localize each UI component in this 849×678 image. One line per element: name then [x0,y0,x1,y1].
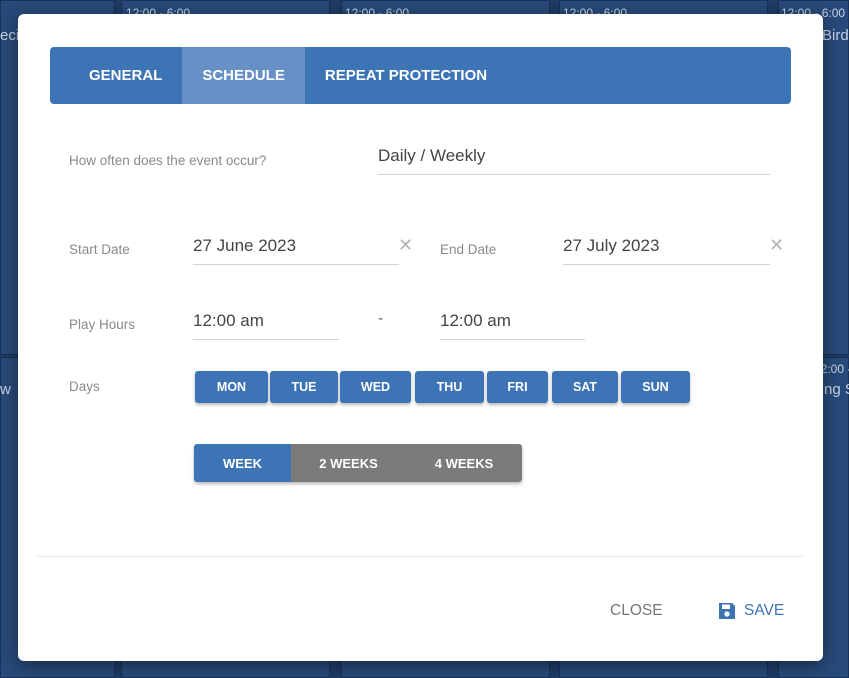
end-date-label: End Date [440,242,497,257]
clear-end-date-icon[interactable]: ✕ [769,235,784,256]
days-label: Days [69,379,100,394]
repeat-4-weeks-button[interactable]: 4 WEEKS [406,444,522,482]
footer-divider [38,556,803,557]
calendar-event-title: Bird [822,27,849,44]
clear-start-date-icon[interactable]: ✕ [398,235,413,256]
tab-repeat-protection[interactable]: REPEAT PROTECTION [305,47,507,104]
day-sun-button[interactable]: SUN [621,371,690,403]
save-button-label: SAVE [744,602,785,619]
tab-bar: GENERAL SCHEDULE REPEAT PROTECTION [50,47,791,104]
day-mon-button[interactable]: MON [195,371,268,403]
repeat-interval-toggle: WEEK 2 WEEKS 4 WEEKS [194,444,522,482]
save-icon [719,603,735,619]
repeat-week-button[interactable]: WEEK [194,444,291,482]
tab-schedule[interactable]: SCHEDULE [182,47,305,104]
calendar-event-title: ng S [824,381,849,398]
play-hours-start-field[interactable]: 12:00 am [193,311,339,340]
repeat-2-weeks-button[interactable]: 2 WEEKS [291,444,406,482]
schedule-dialog: GENERAL SCHEDULE REPEAT PROTECTION How o… [18,14,823,661]
start-date-field[interactable]: 27 June 2023 [193,236,399,265]
day-wed-button[interactable]: WED [340,371,411,403]
tab-general[interactable]: GENERAL [69,47,182,104]
frequency-select[interactable]: Daily / Weekly [378,146,770,175]
close-button[interactable]: CLOSE [602,599,671,623]
frequency-label: How often does the event occur? [69,153,267,168]
play-hours-end-field[interactable]: 12:00 am [440,311,585,340]
start-date-label: Start Date [69,242,130,257]
play-hours-separator: - [378,310,384,327]
day-tue-button[interactable]: TUE [270,371,338,403]
day-fri-button[interactable]: FRI [487,371,548,403]
end-date-field[interactable]: 27 July 2023 [563,236,770,265]
calendar-event-title: w [0,381,11,398]
day-thu-button[interactable]: THU [415,371,484,403]
play-hours-label: Play Hours [69,317,136,332]
day-sat-button[interactable]: SAT [552,371,618,403]
calendar-event-title: eci [0,27,20,44]
save-button[interactable]: SAVE [712,599,790,623]
